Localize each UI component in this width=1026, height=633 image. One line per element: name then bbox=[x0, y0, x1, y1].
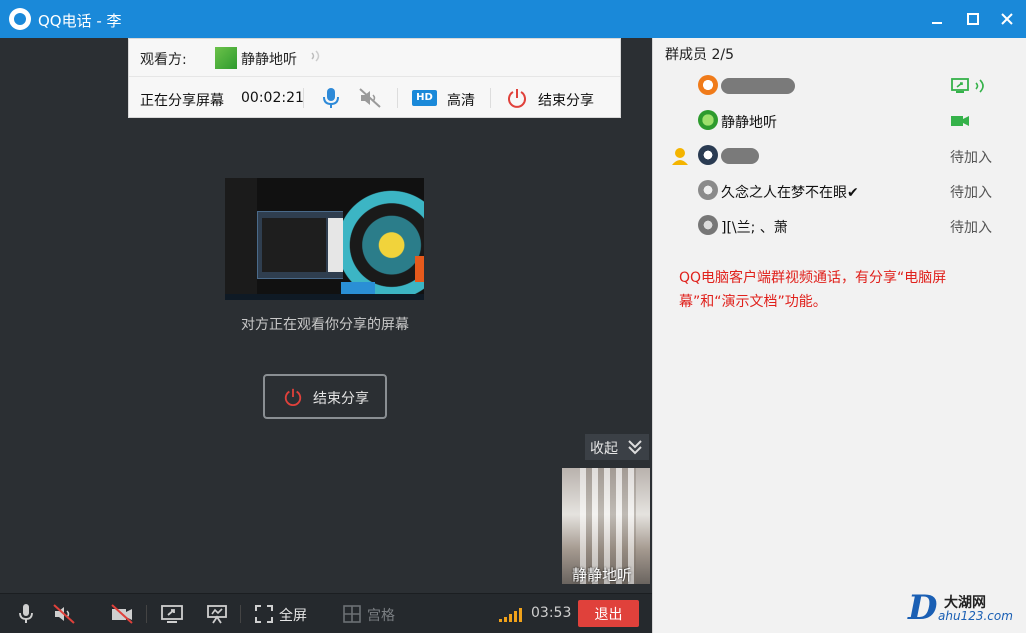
share-status-bar: 观看方: 静静地听 正在分享屏幕 00:02:21 HD 高清 结束分享 bbox=[128, 38, 621, 118]
fullscreen-icon bbox=[255, 605, 273, 623]
title-bar: QQ电话 - 李 bbox=[0, 0, 1026, 38]
minimize-icon bbox=[932, 22, 942, 24]
call-toolbar: 全屏 宫格 03:53 退出 bbox=[0, 593, 652, 633]
members-panel: 群成员 2/5 静静地听 待加入 久念之人在梦不在眼✔ 待加入 ][\兰; 、萧… bbox=[652, 38, 1026, 633]
grid-view-label[interactable]: 宫格 bbox=[367, 605, 395, 625]
member-avatar bbox=[698, 110, 718, 130]
screen-share-toolbar-button[interactable] bbox=[160, 603, 184, 625]
member-name-redacted bbox=[721, 78, 795, 94]
viewer-label: 观看方: bbox=[140, 52, 187, 68]
member-name-redacted bbox=[721, 148, 759, 164]
member-avatar bbox=[698, 145, 718, 165]
member-name: 静静地听 bbox=[721, 115, 777, 131]
site-watermark: D 大湖网 ahu123.com bbox=[908, 588, 1020, 628]
host-user-icon bbox=[672, 148, 688, 165]
divider bbox=[240, 605, 241, 623]
close-button[interactable] bbox=[994, 7, 1020, 31]
share-controls-row: 正在分享屏幕 00:02:21 HD 高清 结束分享 bbox=[129, 78, 620, 118]
sound-wave-icon bbox=[975, 79, 984, 93]
camera-toolbar-button[interactable] bbox=[110, 603, 134, 625]
speaker-mute-button[interactable] bbox=[358, 87, 382, 109]
microphone-icon bbox=[323, 88, 339, 108]
divider bbox=[397, 88, 398, 108]
member-status: 待加入 bbox=[950, 185, 992, 201]
divider bbox=[490, 88, 491, 108]
maximize-button[interactable] bbox=[960, 7, 986, 31]
exit-call-button[interactable]: 退出 bbox=[578, 600, 639, 627]
screen-share-icon bbox=[161, 605, 183, 623]
member-row[interactable]: 久念之人在梦不在眼✔ 待加入 bbox=[653, 173, 1025, 207]
divider bbox=[146, 605, 147, 623]
video-stage: 观看方: 静静地听 正在分享屏幕 00:02:21 HD 高清 结束分享 对方正… bbox=[0, 38, 652, 593]
window-title: QQ电话 - 李 bbox=[38, 12, 122, 30]
signal-strength-icon bbox=[499, 608, 522, 622]
double-chevron-down-icon bbox=[628, 440, 642, 455]
collapse-label: 收起 bbox=[590, 441, 618, 457]
member-name: 久念之人在梦不在眼✔ bbox=[721, 185, 859, 201]
fullscreen-button[interactable] bbox=[253, 603, 277, 625]
member-status: 待加入 bbox=[950, 220, 992, 236]
member-status: 待加入 bbox=[950, 150, 992, 166]
speaker-muted-icon bbox=[53, 604, 75, 624]
maximize-icon bbox=[967, 13, 979, 25]
qq-logo-icon bbox=[9, 8, 31, 30]
fullscreen-label[interactable]: 全屏 bbox=[279, 605, 307, 625]
presentation-icon bbox=[207, 605, 227, 624]
screen-share-preview bbox=[225, 178, 424, 300]
microphone-button[interactable] bbox=[321, 86, 341, 110]
member-avatar bbox=[698, 215, 718, 235]
end-share-link[interactable]: 结束分享 bbox=[538, 90, 594, 110]
call-duration: 03:53 bbox=[531, 605, 572, 621]
camera-icon bbox=[951, 116, 969, 126]
end-share-button-label: 结束分享 bbox=[313, 390, 369, 406]
screen-share-icon bbox=[951, 78, 969, 93]
member-row[interactable] bbox=[653, 68, 1025, 102]
member-row[interactable]: 待加入 bbox=[653, 138, 1025, 172]
member-avatar bbox=[698, 180, 718, 200]
power-icon bbox=[284, 388, 302, 406]
hd-quality-label[interactable]: 高清 bbox=[447, 90, 475, 110]
microphone-toolbar-button[interactable] bbox=[14, 603, 38, 625]
camera-off-icon bbox=[111, 604, 133, 624]
share-timer: 00:02:21 bbox=[241, 90, 304, 106]
close-icon bbox=[1001, 13, 1013, 25]
thumbnail-name: 静静地听 bbox=[572, 566, 633, 584]
end-share-icon-button[interactable] bbox=[506, 87, 528, 109]
power-icon bbox=[508, 89, 526, 108]
hd-badge[interactable]: HD bbox=[412, 90, 437, 106]
viewer-name: 静静地听 bbox=[241, 52, 297, 68]
collapse-button[interactable]: 收起 bbox=[585, 434, 649, 460]
watermark-logo-icon: D bbox=[908, 588, 938, 628]
preview-caption: 对方正在观看你分享的屏幕 bbox=[241, 317, 409, 333]
divider bbox=[303, 88, 304, 108]
annotation-note: QQ电脑客户端群视频通话，有分享“电脑屏幕”和“演示文档”功能。 bbox=[679, 270, 947, 310]
member-name: ][\兰; 、萧 bbox=[721, 220, 788, 236]
viewer-avatar bbox=[215, 47, 237, 69]
participant-video-thumbnail[interactable]: 静静地听 bbox=[562, 468, 650, 584]
minimize-button[interactable] bbox=[924, 7, 950, 31]
members-count-title: 群成员 2/5 bbox=[665, 47, 734, 63]
sound-wave-icon bbox=[309, 48, 323, 68]
share-status-text: 正在分享屏幕 bbox=[140, 93, 224, 109]
member-row[interactable]: ][\兰; 、萧 待加入 bbox=[653, 208, 1025, 242]
speaker-toolbar-button[interactable] bbox=[52, 603, 76, 625]
speaker-muted-icon bbox=[359, 88, 381, 108]
grid-icon bbox=[343, 605, 361, 623]
member-row[interactable]: 静静地听 bbox=[653, 103, 1025, 137]
watermark-url: ahu123.com bbox=[938, 609, 1013, 623]
end-share-button[interactable]: 结束分享 bbox=[263, 374, 387, 419]
presentation-toolbar-button[interactable] bbox=[205, 603, 229, 625]
grid-view-button[interactable] bbox=[341, 603, 365, 625]
microphone-icon bbox=[19, 604, 33, 623]
viewer-row: 观看方: 静静地听 bbox=[129, 39, 620, 77]
member-avatar bbox=[698, 75, 718, 95]
